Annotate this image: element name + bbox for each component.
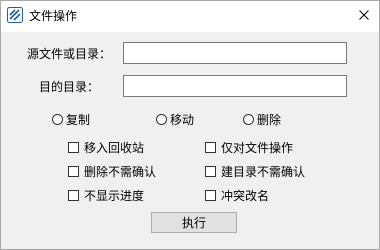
radio-circle <box>156 113 167 125</box>
checkbox-files-only[interactable]: 仅对文件操作 <box>205 139 293 155</box>
close-button[interactable] <box>349 1 379 31</box>
checkbox-box <box>68 189 79 201</box>
target-label: 目的目录： <box>39 80 100 94</box>
checkbox-box <box>205 165 216 177</box>
checkbox-rename-on-conflict[interactable]: 冲突改名 <box>205 187 269 203</box>
radio-move-label: 移动 <box>170 112 195 127</box>
checkbox-rename-on-conflict-label: 冲突改名 <box>221 188 270 203</box>
dialog-client-area: 源文件或目录： 目的目录： 复制 移动 删除 移入回收站 仅对文件操作 删除不需… <box>1 32 379 249</box>
close-icon <box>359 9 369 23</box>
radio-copy-label: 复制 <box>66 112 91 127</box>
target-dir-input[interactable] <box>123 75 347 97</box>
checkbox-recycle-label: 移入回收站 <box>84 140 145 155</box>
checkbox-recycle[interactable]: 移入回收站 <box>68 139 144 155</box>
file-operation-dialog: 文件操作 源文件或目录： 目的目录： 复制 移动 删除 移入回收站 仅对文件操作… <box>0 0 380 250</box>
checkbox-hide-progress-label: 不显示进度 <box>84 188 145 203</box>
source-label: 源文件或目录： <box>27 47 112 61</box>
checkbox-box <box>205 141 216 153</box>
checkbox-delete-no-confirm[interactable]: 删除不需确认 <box>68 163 156 179</box>
source-path-input[interactable] <box>123 42 347 64</box>
checkbox-delete-no-confirm-label: 删除不需确认 <box>84 164 157 179</box>
checkbox-box <box>205 189 216 201</box>
checkbox-box <box>68 141 79 153</box>
radio-move[interactable]: 移动 <box>156 111 194 127</box>
checkbox-mkdir-no-confirm-label: 建目录不需确认 <box>221 164 306 179</box>
radio-circle <box>52 113 63 125</box>
title-bar[interactable]: 文件操作 <box>1 1 379 32</box>
execute-button[interactable]: 执行 <box>151 212 237 233</box>
checkbox-files-only-label: 仅对文件操作 <box>221 140 294 155</box>
radio-delete[interactable]: 删除 <box>243 111 281 127</box>
checkbox-hide-progress[interactable]: 不显示进度 <box>68 187 144 203</box>
checkbox-box <box>68 165 79 177</box>
radio-copy[interactable]: 复制 <box>52 111 90 127</box>
radio-delete-label: 删除 <box>257 112 282 127</box>
window-title: 文件操作 <box>29 9 78 23</box>
app-document-icon <box>7 7 23 23</box>
radio-circle <box>243 113 254 125</box>
checkbox-mkdir-no-confirm[interactable]: 建目录不需确认 <box>205 163 305 179</box>
